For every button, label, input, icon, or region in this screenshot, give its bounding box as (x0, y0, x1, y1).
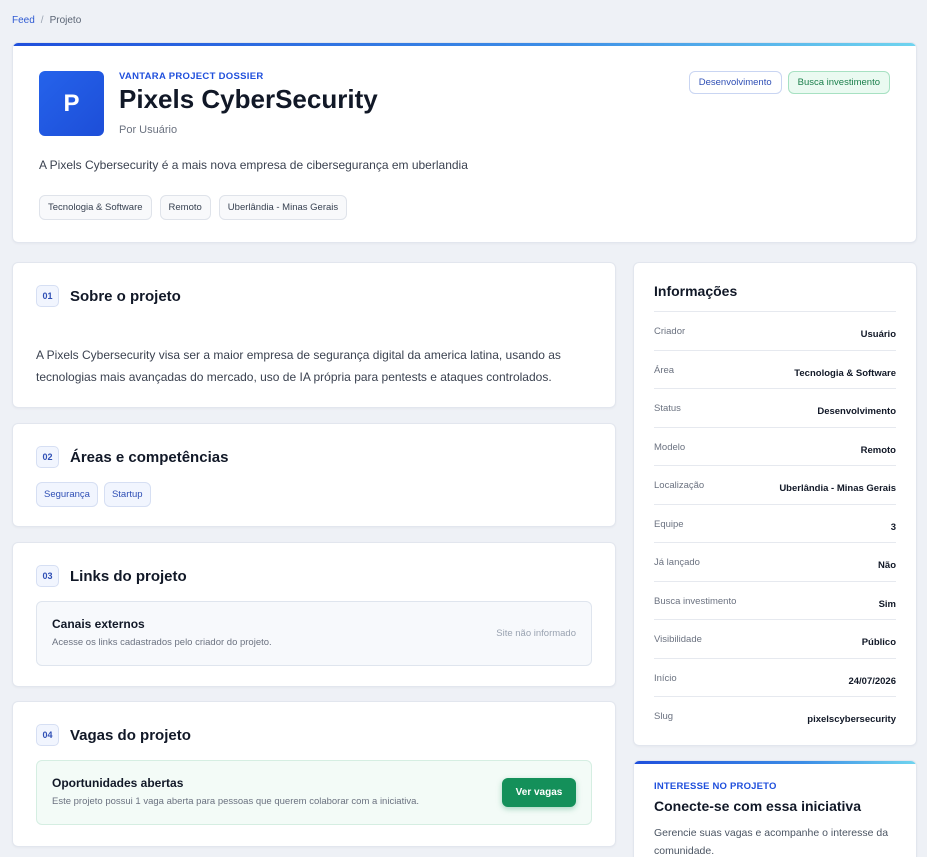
breadcrumb-current: Projeto (49, 15, 82, 26)
section-number: 03 (36, 565, 59, 587)
breadcrumb-feed-link[interactable]: Feed (12, 15, 35, 26)
info-row-team: Equipe 3 (654, 503, 896, 543)
external-channels-box: Canais externos Acesse os links cadastra… (36, 601, 592, 666)
info-value: 3 (890, 521, 896, 533)
chip-model: Remoto (159, 195, 211, 220)
status-badges: Desenvolvimento Busca investimento (688, 71, 890, 94)
website-status: Site não informado (496, 628, 576, 639)
tag-security: Segurança (36, 482, 98, 507)
info-value: Não (878, 560, 896, 571)
info-label: Início (654, 672, 677, 684)
status-badge-development: Desenvolvimento (688, 71, 782, 94)
info-value: Uberlândia - Minas Gerais (779, 483, 896, 494)
info-row-model: Modelo Remoto (654, 426, 896, 466)
info-label: Visibilidade (654, 634, 702, 645)
info-value: Desenvolvimento (817, 406, 896, 417)
info-row-visibility: Visibilidade Público (654, 619, 896, 658)
project-chips: Tecnologia & Software Remoto Uberlândia … (39, 195, 348, 220)
info-label: Criador (654, 326, 686, 337)
interest-panel: INTERESSE NO PROJETO Conecte-se com essa… (633, 760, 917, 857)
info-label: Busca investimento (654, 595, 737, 607)
section-areas: 02 Áreas e competências Segurança Startu… (12, 423, 616, 527)
section-title: Sobre o projeto (70, 287, 181, 305)
competency-tags: Segurança Startup (36, 482, 151, 507)
info-row-location: Localização Uberlândia - Minas Gerais (654, 465, 896, 504)
section-number: 04 (36, 724, 59, 746)
project-logo: P (39, 71, 104, 136)
info-value: Usuário (860, 329, 896, 340)
interest-kicker: INTERESSE NO PROJETO (654, 781, 777, 792)
info-label: Equipe (654, 518, 684, 530)
project-description: A Pixels Cybersecurity é a mais nova emp… (39, 158, 468, 172)
info-value: pixelscybersecurity (807, 714, 896, 725)
project-author: Por Usuário (119, 124, 178, 136)
info-list: Criador Usuário Área Tecnologia & Software… (654, 311, 896, 735)
hero-kicker: VANTARA PROJECT DOSSIER (119, 71, 264, 82)
status-badge-investment: Busca investimento (787, 71, 890, 94)
breadcrumb-separator: / (40, 15, 44, 26)
section-jobs-header: 04 Vagas do projeto (36, 724, 191, 746)
section-about: 01 Sobre o projeto A Pixels Cybersecurit… (12, 262, 616, 408)
info-value: Público (861, 637, 896, 648)
info-value: Sim (878, 598, 896, 610)
section-number: 02 (36, 446, 59, 468)
interest-accent-bar (634, 761, 916, 764)
about-text: A Pixels Cybersecurity visa ser a maior … (36, 348, 561, 384)
breadcrumb: Feed / Projeto (12, 15, 81, 26)
section-number: 01 (36, 285, 59, 307)
project-hero-card: P VANTARA PROJECT DOSSIER Pixels CyberSe… (12, 42, 917, 243)
info-value: 24/07/2026 (848, 675, 896, 687)
info-row-status: Status Desenvolvimento (654, 388, 896, 427)
section-links: 03 Links do projeto Canais externos Aces… (12, 542, 616, 687)
info-row-launched: Já lançado Não (654, 542, 896, 581)
info-label: Área (654, 364, 675, 376)
section-title: Áreas e competências (70, 448, 229, 466)
info-label: Slug (654, 711, 674, 722)
info-label: Localização (654, 480, 705, 491)
interest-title: Conecte-se com essa iniciativa (654, 798, 861, 814)
interest-description: Gerencie suas vagas e acompanhe o intere… (654, 827, 889, 857)
section-links-header: 03 Links do projeto (36, 565, 187, 587)
section-jobs: 04 Vagas do projeto Oportunidades aberta… (12, 701, 616, 847)
info-title: Informações (654, 283, 738, 299)
view-jobs-button[interactable]: Ver vagas (502, 778, 576, 807)
section-areas-header: 02 Áreas e competências (36, 446, 228, 468)
info-row-creator: Criador Usuário (654, 311, 896, 350)
tag-startup: Startup (103, 482, 151, 507)
info-row-investment: Busca investimento Sim (654, 580, 896, 620)
info-row-start: Início 24/07/2026 (654, 657, 896, 697)
info-row-area: Área Tecnologia & Software (654, 349, 896, 389)
info-label: Status (654, 403, 681, 414)
info-value: Remoto (860, 444, 896, 456)
chip-area: Tecnologia & Software (39, 195, 152, 220)
page-title: Pixels CyberSecurity (119, 84, 378, 114)
info-label: Modelo (654, 441, 686, 453)
open-jobs-box: Oportunidades abertas Este projeto possu… (36, 760, 592, 825)
external-channels-title: Canais externos (52, 617, 145, 631)
info-value: Tecnologia & Software (794, 367, 896, 379)
section-about-header: 01 Sobre o projeto (36, 285, 181, 307)
external-channels-subtitle: Acesse os links cadastrados pelo criador… (52, 637, 272, 648)
chip-location: Uberlândia - Minas Gerais (218, 195, 348, 220)
info-panel: Informações Criador Usuário Área Tecnologi… (633, 262, 917, 746)
info-label: Já lançado (654, 557, 700, 568)
info-row-slug: Slug pixelscybersecurity (654, 696, 896, 735)
section-title: Links do projeto (70, 567, 187, 585)
hero-accent-bar (13, 43, 916, 46)
open-jobs-subtitle: Este projeto possui 1 vaga aberta para p… (52, 796, 420, 807)
section-title: Vagas do projeto (70, 726, 191, 744)
open-jobs-title: Oportunidades abertas (52, 776, 184, 790)
